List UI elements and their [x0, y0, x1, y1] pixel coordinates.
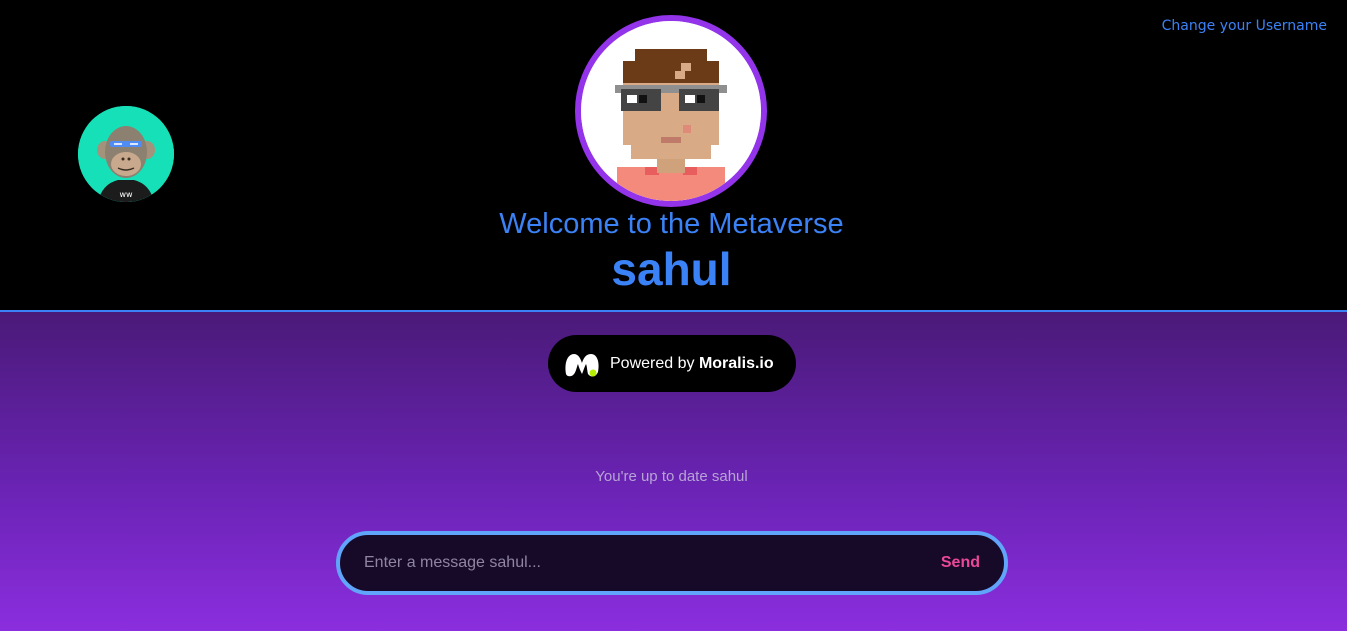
- send-button[interactable]: Send: [931, 554, 1004, 572]
- svg-text:ww: ww: [119, 190, 133, 199]
- welcome-heading: Welcome to the Metaverse: [499, 208, 844, 240]
- message-input[interactable]: [340, 553, 931, 573]
- profile-avatar[interactable]: [575, 15, 767, 207]
- moralis-logo-icon: [565, 353, 599, 376]
- message-composer: Send: [336, 531, 1008, 595]
- user-avatar-icon[interactable]: ww: [78, 106, 174, 202]
- pixel-character-avatar-icon: [581, 21, 761, 201]
- chat-status-text: You're up to date sahul: [595, 468, 748, 485]
- header: Change your Username ww Welcome to the M…: [0, 0, 1347, 312]
- powered-by-moralis-badge[interactable]: Powered by Moralis.io: [548, 335, 796, 392]
- change-username-link[interactable]: Change your Username: [1162, 18, 1327, 34]
- username-heading: sahul: [611, 243, 732, 295]
- powered-by-prefix: Powered by: [610, 354, 695, 372]
- powered-by-brand: Moralis.io: [698, 354, 774, 372]
- bored-ape-avatar-icon: ww: [78, 106, 174, 202]
- chat-area: Powered by Moralis.io You're up to date …: [0, 312, 1347, 631]
- powered-by-label: Powered by Moralis.io: [610, 355, 774, 373]
